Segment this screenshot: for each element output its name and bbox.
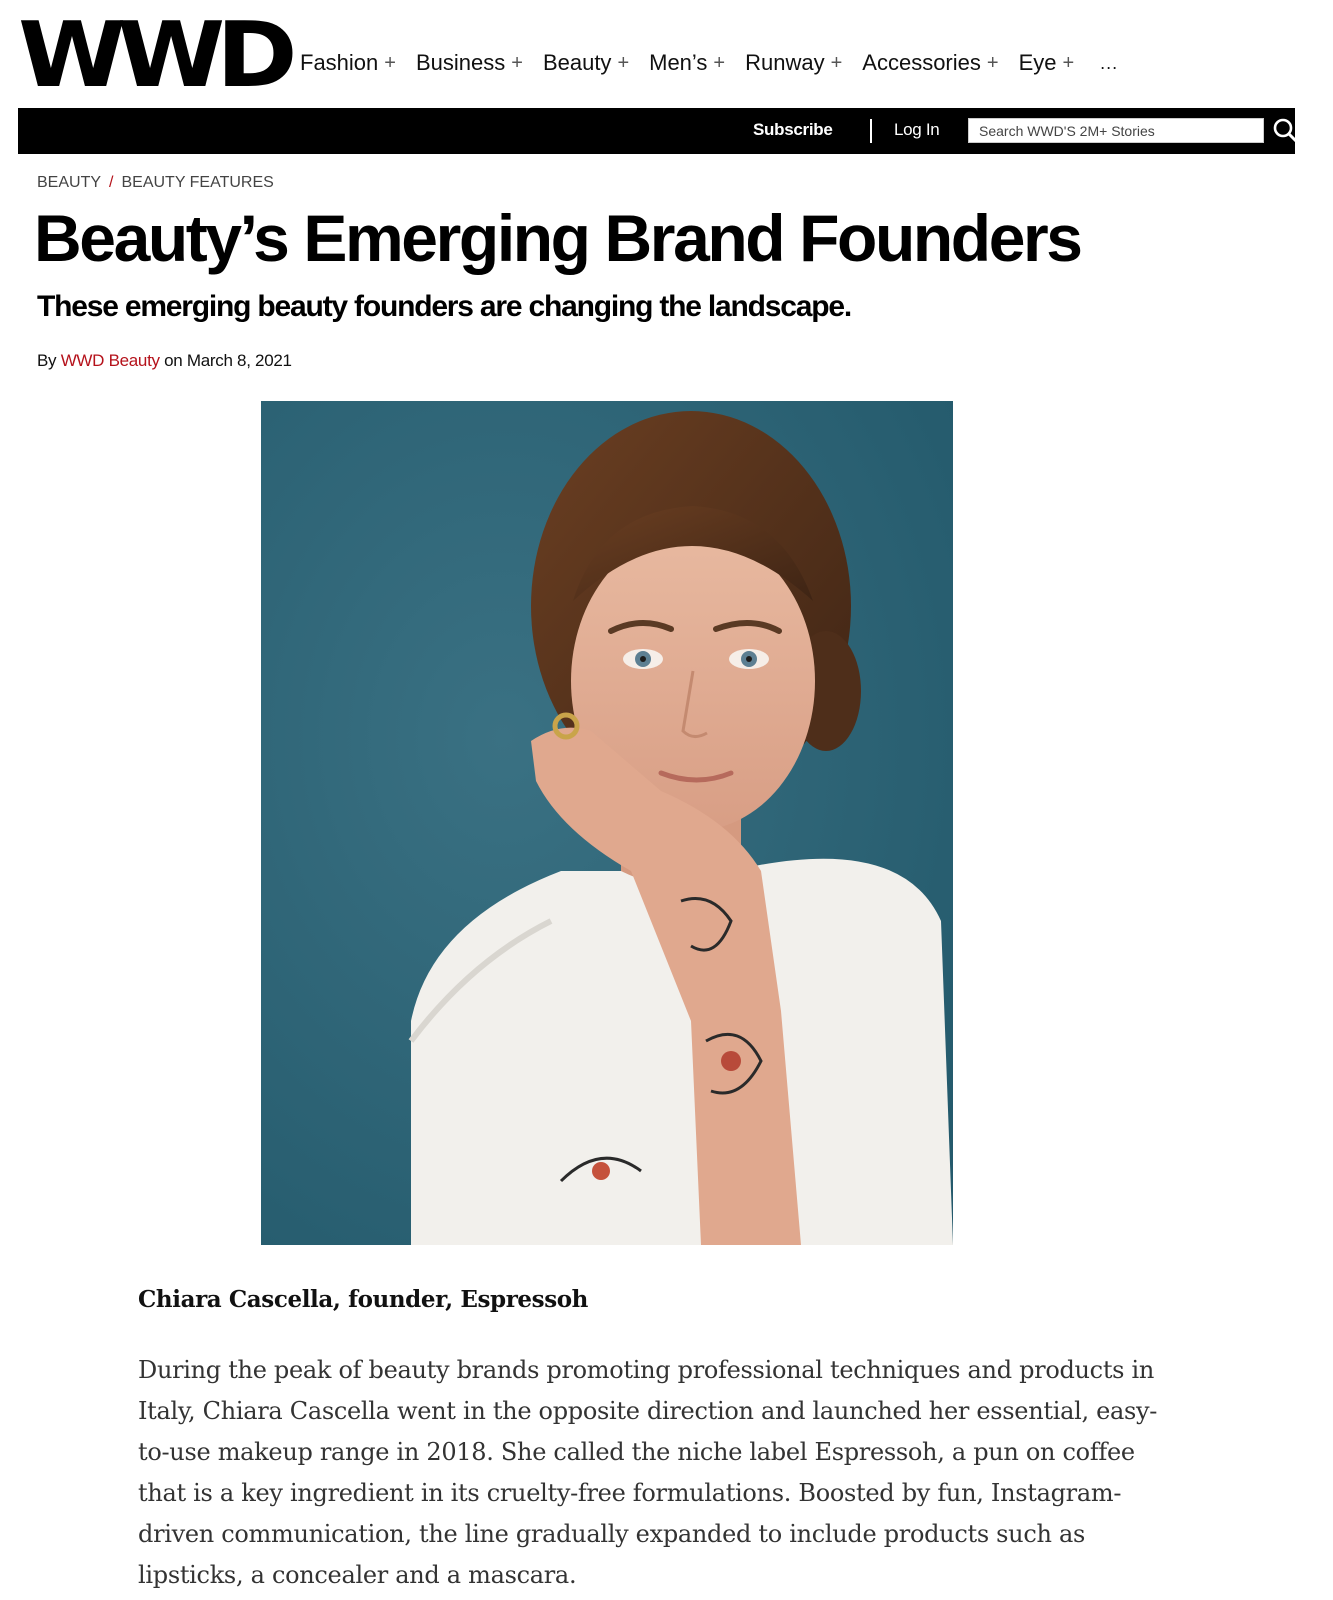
wwd-logo[interactable]: WWD [18,11,298,101]
nav-item-label: Business [415,50,506,75]
top-bar: Subscribe Log In [18,108,1299,154]
nav-item-label: Accessories [862,50,981,75]
plus-icon[interactable]: + [1062,52,1074,75]
byline-prefix: By [37,351,57,370]
publish-date: March 8, 2021 [186,351,292,370]
plus-icon[interactable]: + [987,52,999,75]
author-link[interactable]: WWD Beauty [61,351,160,370]
plus-icon[interactable]: + [511,52,523,75]
nav-item-beauty[interactable]: Beauty + [543,50,629,76]
article-subtitle: These emerging beauty founders are chang… [37,290,852,323]
nav-item-label: Eye [1018,50,1057,75]
main-nav: Fashion + Business + Beauty + Men’s + Ru… [300,46,1118,80]
nav-item-label: Fashion [300,50,379,75]
search-input[interactable] [968,118,1264,143]
byline: By WWD Beauty on March 8, 2021 [37,351,292,371]
breadcrumb-separator: / [109,174,114,191]
nav-more-button[interactable]: ... [1100,53,1118,74]
subscribe-link[interactable]: Subscribe [753,120,833,140]
nav-item-label: Beauty [542,50,612,75]
nav-item-business[interactable]: Business + [416,50,523,76]
nav-item-eye[interactable]: Eye + [1019,50,1075,76]
plus-icon[interactable]: + [384,52,396,75]
nav-item-mens[interactable]: Men’s + [649,50,725,76]
nav-item-accessories[interactable]: Accessories + [862,50,998,76]
nav-item-fashion[interactable]: Fashion + [300,50,396,76]
plus-icon[interactable]: + [617,52,629,75]
nav-item-label: Runway [745,50,825,75]
nav-item-runway[interactable]: Runway + [745,50,842,76]
breadcrumb-beauty-features[interactable]: BEAUTY FEATURES [121,174,273,192]
plus-icon[interactable]: + [713,52,725,75]
byline-on: on [164,351,183,370]
breadcrumb: BEAUTY / BEAUTY FEATURES [37,174,274,192]
nav-item-label: Men’s [649,50,708,75]
login-link[interactable]: Log In [894,120,940,140]
search-icon[interactable] [1272,117,1300,145]
plus-icon[interactable]: + [831,52,843,75]
article-photo [261,401,953,1245]
breadcrumb-beauty[interactable]: BEAUTY [37,174,101,192]
topbar-divider [870,119,872,143]
article-title: Beauty’s Emerging Brand Founders [34,201,1083,275]
article-body: During the peak of beauty brands promoti… [138,1356,1158,1589]
photo-caption: Chiara Cascella, founder, Espressoh [138,1286,589,1313]
